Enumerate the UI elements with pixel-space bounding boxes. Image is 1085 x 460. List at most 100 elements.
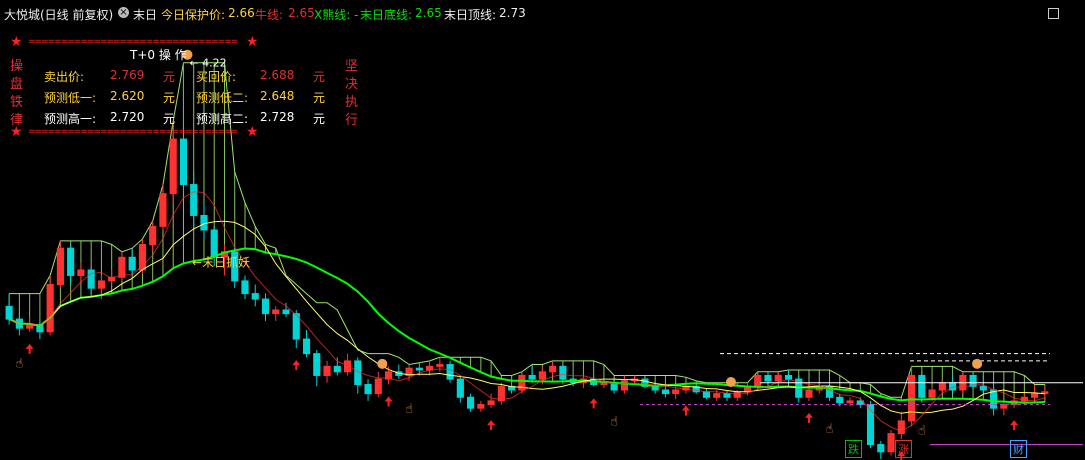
coin-icon bbox=[725, 377, 736, 387]
buy-arrow-shape bbox=[589, 398, 598, 409]
ma10-line bbox=[8, 220, 1045, 414]
candle-body bbox=[754, 374, 762, 387]
protect-label: 今日保护价: bbox=[161, 8, 226, 22]
top-value: 2.73 bbox=[499, 6, 526, 20]
candle bbox=[272, 306, 280, 321]
candle bbox=[364, 379, 372, 401]
candle bbox=[456, 375, 464, 403]
candle-body bbox=[67, 247, 75, 276]
hand-pointer-icon: ☝ bbox=[826, 422, 834, 437]
candle bbox=[487, 393, 495, 409]
right-char: 决 bbox=[345, 77, 359, 92]
candle-body bbox=[374, 378, 382, 395]
candle-body bbox=[333, 365, 341, 373]
buy-arrow-icon bbox=[1010, 420, 1019, 431]
buy-arrow-icon bbox=[805, 412, 814, 423]
candle-body bbox=[528, 374, 536, 380]
candle bbox=[261, 293, 270, 321]
tag-up[interactable]: 涨 bbox=[895, 440, 912, 458]
candle-body bbox=[1000, 404, 1008, 409]
candle-body bbox=[784, 374, 793, 380]
right-char: 坚 bbox=[345, 59, 359, 74]
candle-body bbox=[282, 309, 290, 315]
tag-down[interactable]: 跌 bbox=[845, 440, 862, 458]
candle-body bbox=[549, 365, 557, 373]
indicator-name[interactable]: 末日 bbox=[133, 6, 157, 23]
left-vertical-text: 操 盘 铁 律 bbox=[10, 58, 24, 130]
candle bbox=[56, 240, 64, 289]
left-char: 操 bbox=[10, 59, 24, 74]
candle-body bbox=[661, 389, 670, 395]
candle-body bbox=[446, 364, 454, 380]
candle bbox=[333, 357, 341, 376]
tag-finance[interactable]: 财 bbox=[1010, 440, 1027, 458]
candle-body bbox=[190, 184, 198, 216]
hand-pointer-icon: ☝ bbox=[15, 356, 23, 371]
candle-body bbox=[538, 371, 546, 380]
buy-arrow-icon bbox=[681, 405, 690, 416]
candle-body bbox=[979, 385, 987, 391]
candle-body bbox=[918, 374, 926, 398]
candle-body bbox=[477, 404, 485, 409]
row3-right-unit: 元 bbox=[313, 112, 326, 126]
row2-right-label: 预测低二: bbox=[196, 91, 249, 105]
candle bbox=[241, 275, 249, 300]
bottom-value: 2.65 bbox=[415, 6, 442, 20]
candle bbox=[77, 262, 85, 281]
hand-pointer-icon: ☝ bbox=[610, 415, 618, 430]
candle bbox=[302, 330, 311, 358]
candle-body bbox=[210, 229, 218, 258]
candle bbox=[313, 350, 321, 387]
buy-arrow-shape bbox=[25, 343, 34, 354]
buy-arrow-shape bbox=[681, 405, 690, 416]
bull-line bbox=[8, 247, 1045, 404]
candle bbox=[67, 244, 75, 285]
buy-arrow-shape bbox=[292, 360, 301, 371]
row1-left-unit: 元 bbox=[163, 70, 176, 84]
row2-right-value: 2.648 bbox=[260, 89, 295, 103]
candle-body bbox=[241, 280, 249, 295]
candle bbox=[128, 248, 136, 276]
candle bbox=[723, 390, 731, 401]
candle bbox=[446, 360, 454, 383]
candle-body bbox=[1031, 393, 1039, 398]
candle-body bbox=[169, 138, 177, 195]
candle-body bbox=[56, 247, 64, 286]
buy-arrow-shape bbox=[487, 420, 496, 431]
star-icon: ★ bbox=[10, 124, 23, 140]
row2-left-value: 2.620 bbox=[110, 89, 145, 103]
candle-body bbox=[467, 396, 475, 409]
row3-left-value: 2.720 bbox=[110, 110, 145, 124]
candle bbox=[641, 377, 649, 389]
candle-body bbox=[620, 380, 628, 391]
candle-body bbox=[805, 389, 813, 398]
hand-pointer-icon: ☝ bbox=[405, 402, 413, 417]
row3-right-value: 2.728 bbox=[260, 110, 295, 124]
candle-body bbox=[456, 378, 464, 398]
candle-body bbox=[713, 393, 721, 398]
candle-body bbox=[159, 193, 167, 227]
stock-title[interactable]: 大悦城(日线 前复权) bbox=[4, 6, 113, 23]
buy-arrow-shape bbox=[1010, 420, 1019, 431]
row3-left-unit: 元 bbox=[163, 112, 176, 126]
candle bbox=[467, 393, 475, 412]
candle-body bbox=[487, 400, 495, 406]
bull-value: 2.65 bbox=[288, 6, 315, 20]
candle bbox=[897, 411, 905, 440]
candle bbox=[87, 266, 95, 294]
row1-left-value: 2.769 bbox=[110, 68, 145, 82]
buy-arrow-icon bbox=[384, 396, 393, 407]
candle-body bbox=[364, 384, 372, 395]
close-indicator-icon[interactable]: × bbox=[118, 7, 129, 18]
candle bbox=[1000, 400, 1008, 416]
candle-body bbox=[846, 400, 854, 404]
candle-body bbox=[774, 374, 782, 382]
star-icon: ★ bbox=[246, 34, 259, 50]
candle bbox=[702, 388, 711, 400]
maximize-icon[interactable] bbox=[1048, 8, 1059, 19]
panel-title: T+0 操 作 bbox=[130, 48, 187, 62]
bottom-label: 末日底线: bbox=[360, 8, 413, 22]
bull-label: 牛线: bbox=[255, 8, 284, 22]
row1-right-unit: 元 bbox=[313, 70, 326, 84]
candle bbox=[949, 375, 957, 394]
